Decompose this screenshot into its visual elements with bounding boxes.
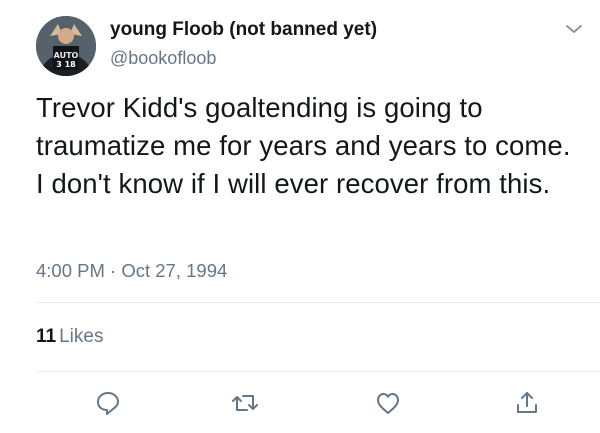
- likes-count: 11: [36, 326, 57, 347]
- avatar[interactable]: AUTO 3 18: [36, 16, 96, 76]
- share-button[interactable]: [512, 388, 542, 418]
- comment-icon: [97, 392, 119, 415]
- avatar-jersey-text: 3 18: [56, 60, 76, 69]
- likes-label: Likes: [59, 326, 104, 347]
- svg-text:AUTO: AUTO: [54, 51, 79, 60]
- reply-button[interactable]: [93, 388, 123, 418]
- divider: [36, 302, 600, 303]
- tweet-timestamp[interactable]: 4:00 PM · Oct 27, 1994: [36, 260, 227, 282]
- divider: [36, 371, 600, 372]
- tweet-text: Trevor Kidd's goaltending is going to tr…: [36, 92, 571, 199]
- retweet-button[interactable]: [230, 388, 260, 418]
- tweet-card: AUTO 3 18 young Floob (not banned yet) @…: [0, 0, 600, 433]
- author-display-name[interactable]: young Floob (not banned yet): [110, 19, 377, 41]
- like-button[interactable]: [373, 388, 403, 418]
- author-handle[interactable]: @bookofloob: [110, 48, 216, 69]
- likes-stat[interactable]: 11 Likes: [36, 326, 103, 348]
- chevron-down-icon[interactable]: [564, 22, 584, 36]
- retweet-icon: [232, 395, 258, 411]
- heart-icon: [377, 393, 399, 414]
- share-icon: [517, 392, 537, 413]
